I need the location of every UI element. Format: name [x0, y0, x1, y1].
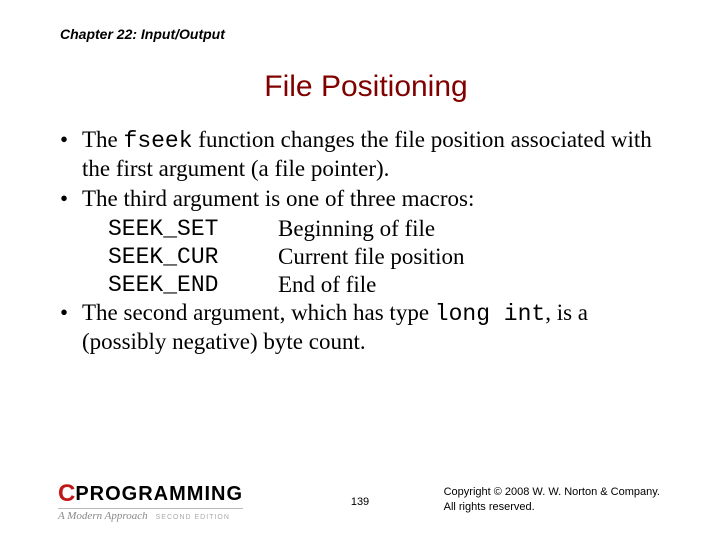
macro-name: SEEK_SET	[108, 215, 278, 243]
bullet-text: The third argument is one of three macro…	[82, 185, 672, 213]
copyright: Copyright © 2008 W. W. Norton & Company.…	[444, 485, 660, 514]
logo-c-letter: C	[58, 480, 74, 508]
macro-row: SEEK_END End of file	[108, 271, 672, 299]
bullet-marker: •	[60, 185, 82, 213]
macro-list: SEEK_SET Beginning of file SEEK_CUR Curr…	[108, 215, 672, 299]
bullet-text: The second argument, which has type long…	[82, 299, 672, 356]
book-logo: CPROGRAMMING A Modern Approach SECOND ED…	[58, 480, 243, 522]
code-fragment: long int	[435, 301, 545, 327]
slide-footer: CPROGRAMMING A Modern Approach SECOND ED…	[0, 478, 720, 522]
slide: Chapter 22: Input/Output File Positionin…	[0, 0, 720, 540]
macro-desc: Current file position	[278, 243, 465, 271]
logo-subtitle-text: A Modern Approach	[58, 510, 148, 522]
bullet-item: • The third argument is one of three mac…	[60, 185, 672, 213]
text-fragment: The	[82, 127, 124, 152]
macro-desc: End of file	[278, 271, 376, 299]
macro-row: SEEK_CUR Current file position	[108, 243, 672, 271]
page-number: 139	[351, 496, 369, 508]
logo-subtitle: A Modern Approach SECOND EDITION	[58, 508, 243, 522]
text-fragment: The second argument, which has type	[82, 300, 435, 325]
bullet-item: • The fseek function changes the file po…	[60, 126, 672, 183]
slide-content: • The fseek function changes the file po…	[60, 126, 672, 356]
copyright-line: Copyright © 2008 W. W. Norton & Company.	[444, 485, 660, 499]
macro-name: SEEK_END	[108, 271, 278, 299]
logo-edition: SECOND EDITION	[156, 514, 230, 521]
macro-row: SEEK_SET Beginning of file	[108, 215, 672, 243]
chapter-heading: Chapter 22: Input/Output	[60, 26, 672, 42]
bullet-marker: •	[60, 126, 82, 183]
slide-title: File Positioning	[60, 70, 672, 104]
logo-programming: PROGRAMMING	[75, 483, 243, 506]
bullet-marker: •	[60, 299, 82, 356]
code-fragment: fseek	[124, 128, 193, 154]
bullet-text: The fseek function changes the file posi…	[82, 126, 672, 183]
macro-name: SEEK_CUR	[108, 243, 278, 271]
copyright-line: All rights reserved.	[444, 500, 660, 514]
logo-title: CPROGRAMMING	[58, 480, 243, 508]
macro-desc: Beginning of file	[278, 215, 435, 243]
bullet-item: • The second argument, which has type lo…	[60, 299, 672, 356]
